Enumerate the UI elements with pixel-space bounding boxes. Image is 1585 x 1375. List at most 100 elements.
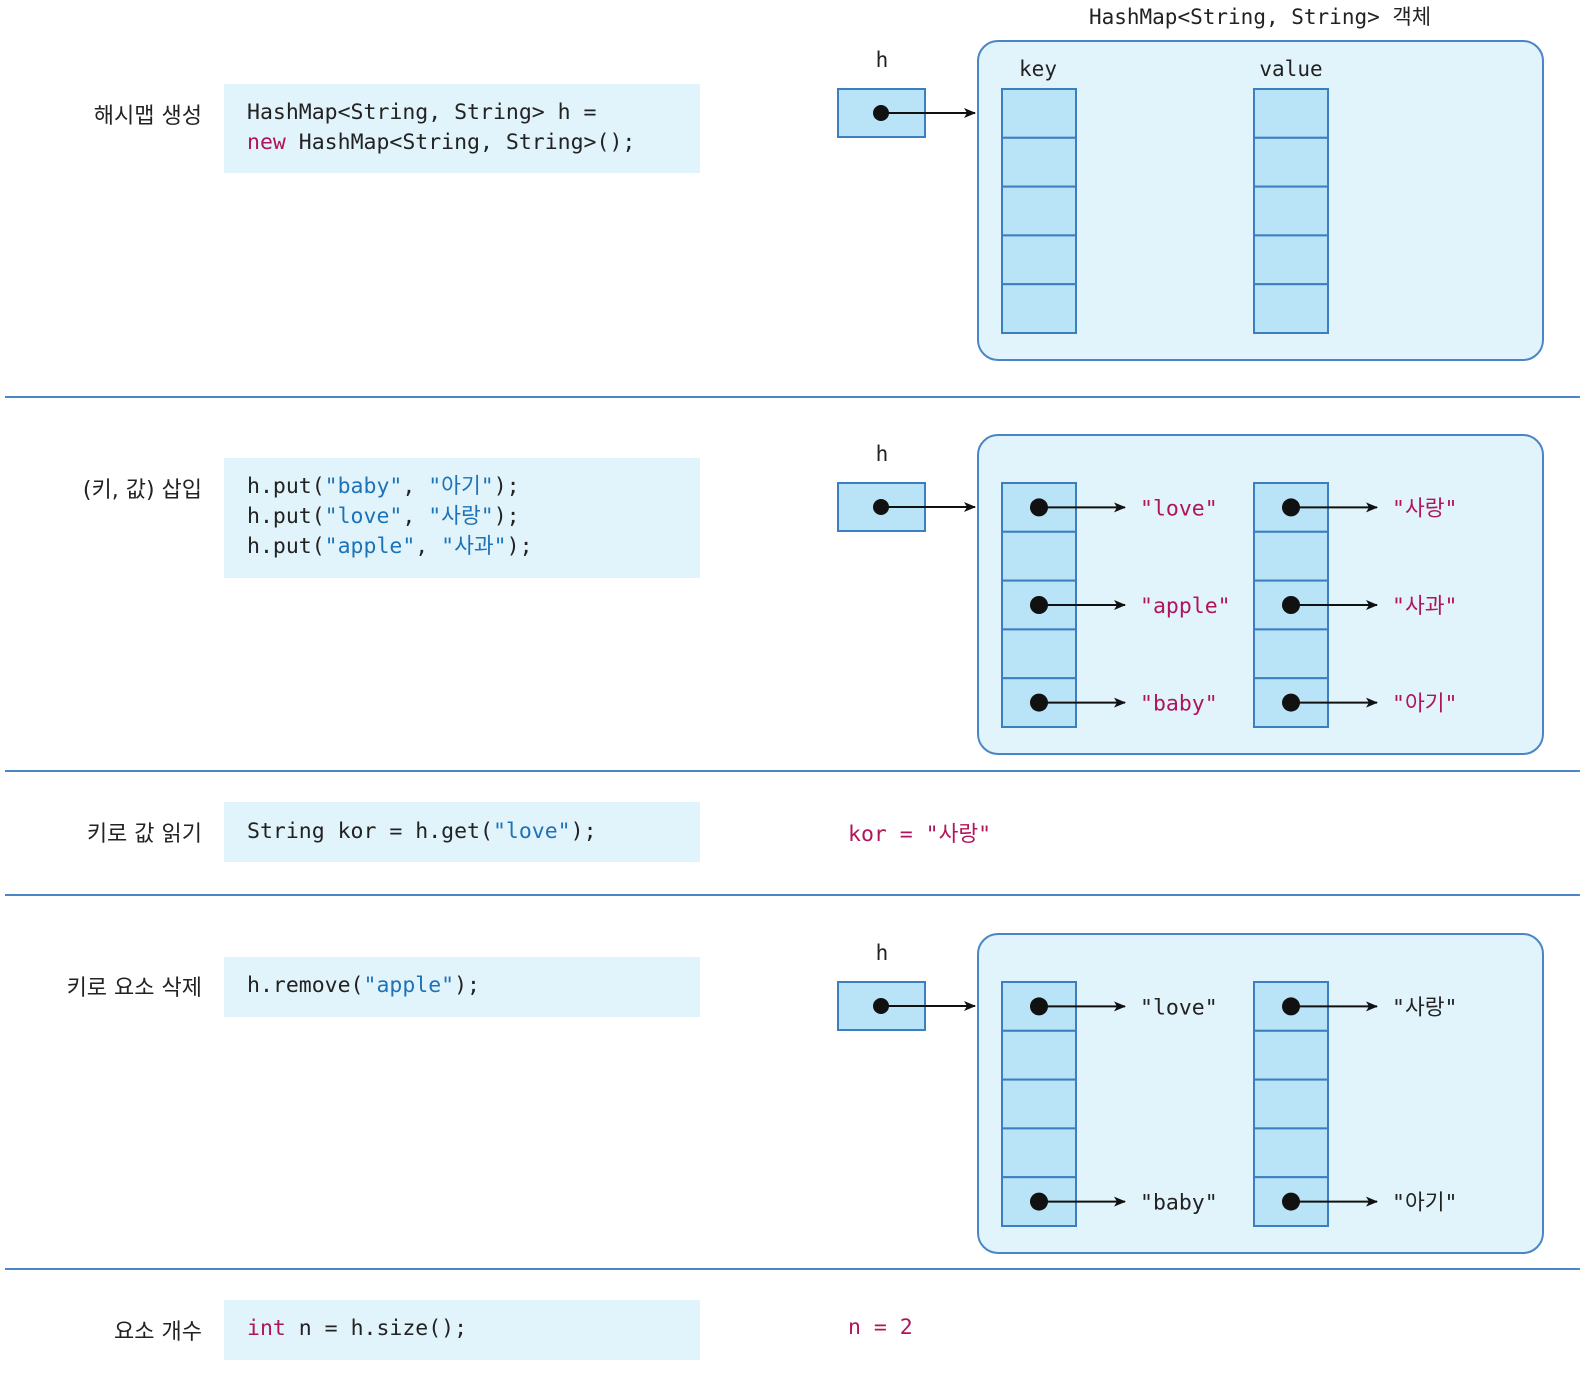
code-block-size: int n = h.size(); xyxy=(224,1300,700,1360)
pointer-dot xyxy=(1030,498,1048,517)
pointer-dot xyxy=(1030,1192,1048,1211)
code-string-literal: "love" xyxy=(324,504,403,529)
value-cell xyxy=(1253,283,1329,335)
code-block-remove: h.remove("apple"); xyxy=(224,957,700,1017)
pointer-dot xyxy=(1030,997,1048,1016)
value-string: "사랑" xyxy=(1392,995,1457,1020)
code-token: h.put( xyxy=(247,474,325,499)
pointer-dot xyxy=(1030,596,1048,614)
code-string-literal: "baby" xyxy=(324,474,403,499)
section-divider xyxy=(5,396,1580,398)
code-line: String kor = h.get("love"); xyxy=(247,817,700,847)
code-string-literal: "아기" xyxy=(428,474,494,499)
section-divider xyxy=(5,894,1580,896)
ref-variable-label: h xyxy=(876,442,889,466)
pointer-dot xyxy=(1282,1192,1300,1211)
value-cell xyxy=(1253,530,1329,582)
code-line: int n = h.size(); xyxy=(247,1314,700,1344)
value-cell xyxy=(1253,628,1329,680)
section-divider xyxy=(5,1268,1580,1270)
value-cell xyxy=(1253,88,1329,139)
hashmap-object-panel xyxy=(977,434,1544,755)
key-column-header: key xyxy=(1019,57,1057,81)
key-string: "baby" xyxy=(1140,1191,1218,1216)
code-string-literal: "사랑" xyxy=(428,504,494,529)
key-cell xyxy=(1001,482,1077,533)
object-title: HashMap<String, String> 객체 xyxy=(1089,5,1431,29)
value-cell xyxy=(1253,234,1329,286)
code-block-get: String kor = h.get("love"); xyxy=(224,802,700,862)
key-cell xyxy=(1001,628,1077,680)
code-string-literal: "apple" xyxy=(363,973,455,998)
value-cell xyxy=(1253,1176,1329,1227)
section-label-create: 해시맵 생성 xyxy=(93,104,202,129)
value-cell xyxy=(1253,1029,1329,1081)
ref-box xyxy=(837,482,926,532)
pointer-dot xyxy=(1282,596,1300,614)
value-cell xyxy=(1253,677,1329,729)
value-cell xyxy=(1253,1127,1329,1179)
ref-box xyxy=(837,88,926,138)
code-token: HashMap<String, String> h = xyxy=(247,100,597,125)
ref-variable-label: h xyxy=(876,48,889,72)
code-token: ); xyxy=(493,504,520,529)
size-result: n = 2 xyxy=(848,1315,913,1340)
value-column-header: value xyxy=(1259,57,1322,81)
code-keyword: int xyxy=(247,1316,286,1341)
ref-variable-label: h xyxy=(876,941,889,965)
section-label-get: 키로 값 읽기 xyxy=(86,822,202,847)
code-token: , xyxy=(402,504,429,529)
code-token: , xyxy=(402,474,429,499)
key-cell xyxy=(1001,1176,1077,1227)
code-line: h.put("baby", "아기"); xyxy=(247,472,700,502)
key-cell xyxy=(1001,234,1077,286)
code-token: HashMap<String, String>(); xyxy=(285,130,636,155)
key-string: "love" xyxy=(1140,995,1218,1020)
value-cell xyxy=(1253,579,1329,631)
code-string-literal: "love" xyxy=(492,819,571,844)
value-cell xyxy=(1253,136,1329,188)
value-cell xyxy=(1253,1078,1329,1130)
ref-box xyxy=(837,981,926,1031)
key-cell xyxy=(1001,1127,1077,1179)
code-token: ); xyxy=(493,474,520,499)
key-cell xyxy=(1001,1078,1077,1130)
pointer-dot xyxy=(1282,997,1300,1016)
code-line: h.remove("apple"); xyxy=(247,971,700,1001)
key-string: "love" xyxy=(1140,496,1218,521)
code-token: ); xyxy=(570,819,597,844)
key-cell xyxy=(1001,530,1077,582)
hashmap-object-panel xyxy=(977,933,1544,1254)
code-line: h.put("love", "사랑"); xyxy=(247,502,700,532)
value-cell xyxy=(1253,981,1329,1032)
key-cell xyxy=(1001,185,1077,237)
key-cell xyxy=(1001,1029,1077,1081)
code-token: ); xyxy=(454,973,480,998)
pointer-dot xyxy=(873,998,889,1014)
get-result: kor = "사랑" xyxy=(848,822,992,847)
section-label-size: 요소 개수 xyxy=(114,1320,202,1345)
key-string: "apple" xyxy=(1140,594,1231,619)
hashmap-diagram-empty: h key value xyxy=(837,40,1544,361)
code-line: new HashMap<String, String>(); xyxy=(247,128,700,158)
section-divider xyxy=(5,770,1580,772)
pointer-dot xyxy=(873,499,889,515)
section-label-insert: (키, 값) 삽입 xyxy=(82,478,202,503)
key-cell xyxy=(1001,579,1077,631)
pointer-dot xyxy=(1282,693,1300,712)
pointer-dot xyxy=(1282,498,1300,517)
code-token: String kor = h.get( xyxy=(247,819,493,844)
hashmap-diagram-after-put: h "love" "사랑" "apple" "사과" "baby" "아기" xyxy=(837,434,1544,755)
key-string: "baby" xyxy=(1140,692,1218,717)
value-cell xyxy=(1253,185,1329,237)
code-token: n = h.size(); xyxy=(285,1316,468,1341)
code-string-literal: "apple" xyxy=(324,534,416,559)
code-token: h.remove( xyxy=(247,973,364,998)
code-token: ); xyxy=(506,534,533,559)
value-string: "사랑" xyxy=(1392,496,1457,521)
code-line: HashMap<String, String> h = xyxy=(247,98,700,128)
code-keyword: new xyxy=(247,130,286,155)
value-string: "아기" xyxy=(1392,1191,1457,1216)
pointer-dot xyxy=(1030,693,1048,712)
hashmap-object-panel xyxy=(977,40,1544,361)
